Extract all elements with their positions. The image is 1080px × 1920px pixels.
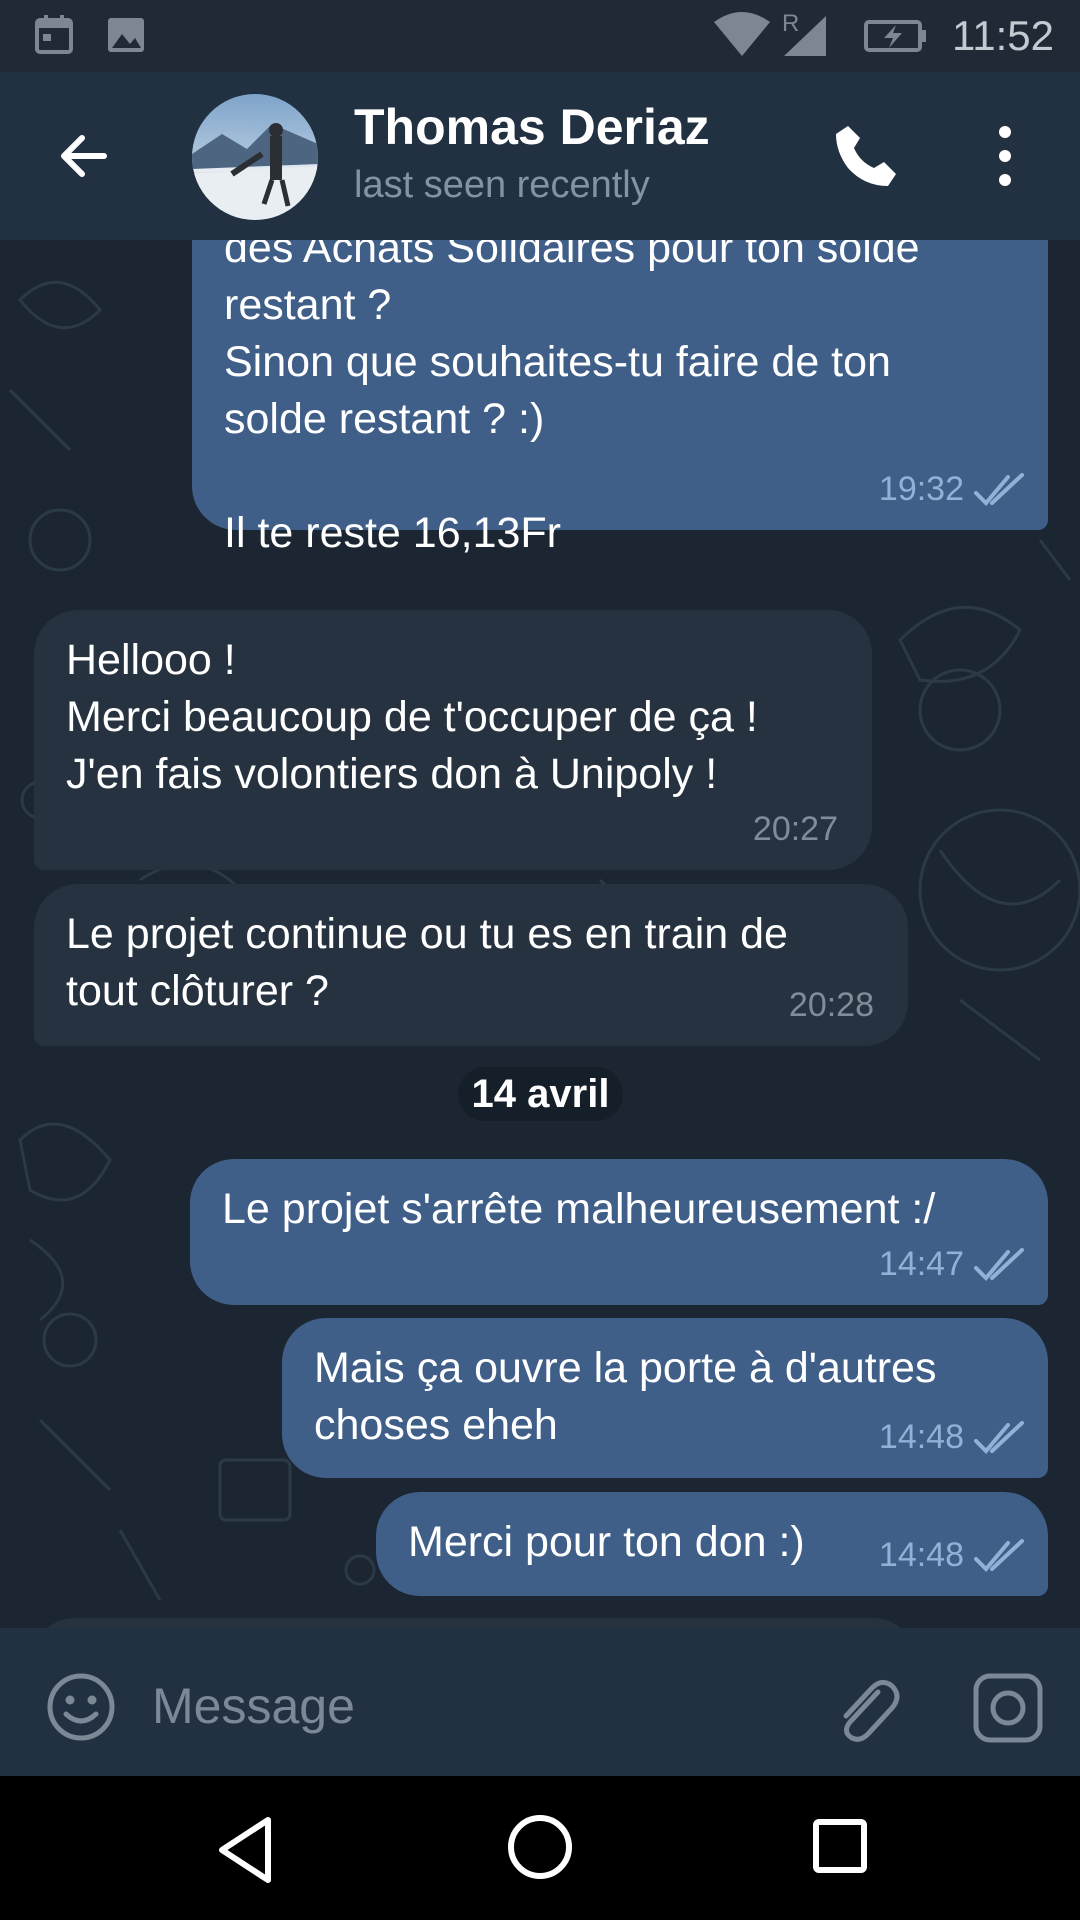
back-arrow-icon[interactable] xyxy=(52,124,116,188)
message-meta: 14:48 xyxy=(879,1527,1026,1584)
message-time: 14:47 xyxy=(878,1245,964,1283)
system-navigation-bar xyxy=(0,1776,1080,1920)
contact-name[interactable]: Thomas Deriaz xyxy=(354,98,710,156)
message-meta: 14:48 xyxy=(879,1409,1026,1466)
message-meta: 19:32 xyxy=(879,461,1026,518)
message-composer xyxy=(0,1628,1080,1776)
double-check-icon xyxy=(974,1420,1024,1454)
message-meta: 20:28 xyxy=(789,977,874,1034)
image-icon xyxy=(108,18,144,52)
message-time: 19:32 xyxy=(878,470,964,508)
message-bubble-outgoing[interactable]: Merci pour ton don :) 14:48 xyxy=(376,1492,1048,1596)
chat-header: Thomas Deriaz last seen recently xyxy=(0,72,1080,240)
message-meta: 20:27 xyxy=(753,801,838,858)
calendar-icon xyxy=(35,15,73,54)
double-check-icon xyxy=(974,1247,1024,1281)
message-bubble-outgoing[interactable]: Mais ça ouvre la porte à d'autres choses… xyxy=(282,1318,1048,1478)
double-check-icon xyxy=(974,472,1024,506)
status-bar: R 11:52 xyxy=(0,0,1080,72)
wifi-icon xyxy=(714,12,770,56)
message-text: Hellooo ! Merci beaucoup de t'occuper de… xyxy=(66,636,758,798)
message-time: 14:48 xyxy=(878,1536,964,1574)
camera-icon[interactable] xyxy=(972,1672,1044,1744)
signal-icon xyxy=(784,16,826,56)
clock: 11:52 xyxy=(952,12,1054,59)
message-bubble-incoming[interactable]: Hellooo ! Merci beaucoup de t'occuper de… xyxy=(34,610,872,870)
contact-status: last seen recently xyxy=(354,164,650,206)
phone-icon[interactable] xyxy=(830,120,902,192)
double-check-icon xyxy=(974,1538,1024,1572)
message-text: Le projet continue ou tu es en train de … xyxy=(66,910,788,1015)
message-time: 14:48 xyxy=(878,1418,964,1456)
message-input[interactable] xyxy=(150,1668,794,1744)
message-bubble-incoming[interactable]: Le projet continue ou tu es en train de … xyxy=(34,884,908,1046)
message-bubble-outgoing[interactable]: des Achats Solidaires pour ton solde res… xyxy=(192,240,1048,557)
message-meta: 14:47 xyxy=(879,1236,1026,1293)
attach-icon[interactable] xyxy=(830,1672,900,1746)
nav-home-icon[interactable] xyxy=(505,1812,575,1882)
more-vert-icon[interactable] xyxy=(990,122,1020,192)
message-time: 20:28 xyxy=(788,986,874,1024)
message-time: 20:27 xyxy=(752,810,838,848)
message-list[interactable]: des Achats Solidaires pour ton solde res… xyxy=(0,240,1080,1628)
message-bubble-incoming[interactable] xyxy=(34,1618,914,1628)
message-bubble-outgoing[interactable]: Le projet s'arrête malheureusement :/ 14… xyxy=(190,1159,1048,1305)
battery-charging-icon xyxy=(864,20,926,52)
nav-recents-icon[interactable] xyxy=(812,1818,868,1874)
emoji-icon[interactable] xyxy=(46,1672,116,1742)
message-text: Le projet s'arrête malheureusement :/ xyxy=(222,1185,936,1233)
nav-back-icon[interactable] xyxy=(210,1812,286,1888)
avatar[interactable] xyxy=(192,94,318,220)
date-separator: 14 avril xyxy=(458,1067,623,1121)
